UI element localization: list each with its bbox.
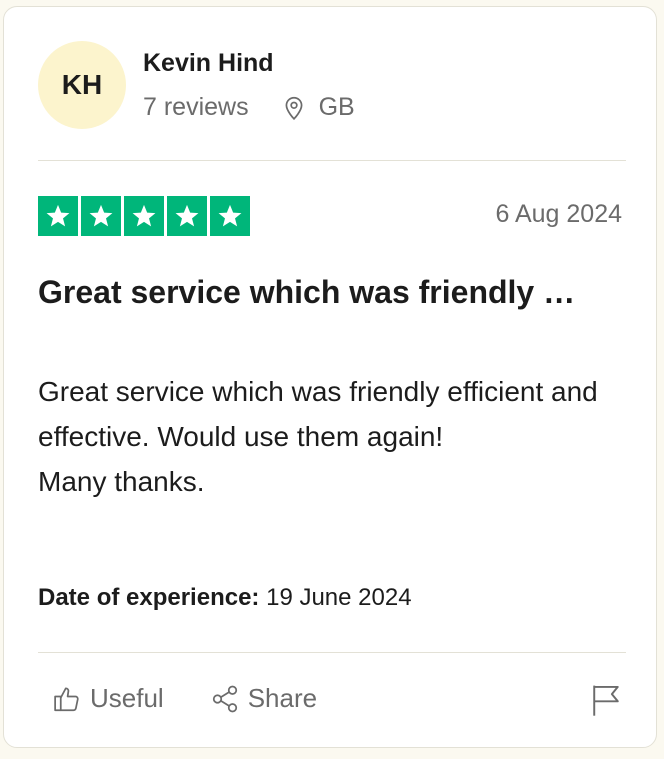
- share-button[interactable]: Share: [210, 683, 317, 714]
- star-rating: [38, 196, 250, 236]
- header-divider: [38, 160, 626, 161]
- share-label: Share: [247, 683, 318, 713]
- review-date: 6 Aug 2024: [495, 200, 622, 228]
- review-body: Great service which was friendly efficie…: [38, 376, 598, 497]
- star-icon: [38, 196, 78, 236]
- reviewer-meta: 7 reviews GB: [143, 93, 355, 122]
- experience-date: 19 June 2024: [266, 584, 412, 611]
- share-icon: [212, 685, 237, 712]
- review-card: KH Kevin Hind 7 reviews GB 6 Aug 2024 Gr…: [3, 6, 657, 748]
- star-icon: [81, 196, 121, 236]
- review-count: 7 reviews: [143, 93, 249, 121]
- thumbs-up-icon: [54, 687, 79, 711]
- star-icon: [210, 196, 250, 236]
- review-title[interactable]: Great service which was friendly …: [38, 269, 608, 315]
- useful-label: Useful: [90, 683, 164, 713]
- review-actions: Useful Share: [52, 683, 317, 714]
- experience-label: Date of experience:: [38, 584, 260, 611]
- avatar[interactable]: KH: [38, 41, 126, 129]
- reviewer-country: GB: [318, 93, 355, 121]
- location-pin-icon: [285, 96, 303, 120]
- date-of-experience: Date of experience: 19 June 2024: [38, 584, 412, 612]
- useful-button[interactable]: Useful: [52, 683, 164, 714]
- reviewer-name[interactable]: Kevin Hind: [143, 49, 274, 78]
- footer-divider: [38, 652, 626, 653]
- star-icon: [124, 196, 164, 236]
- reviewer-header: KH Kevin Hind 7 reviews GB: [38, 41, 626, 131]
- star-icon: [167, 196, 207, 236]
- flag-icon[interactable]: [590, 683, 622, 717]
